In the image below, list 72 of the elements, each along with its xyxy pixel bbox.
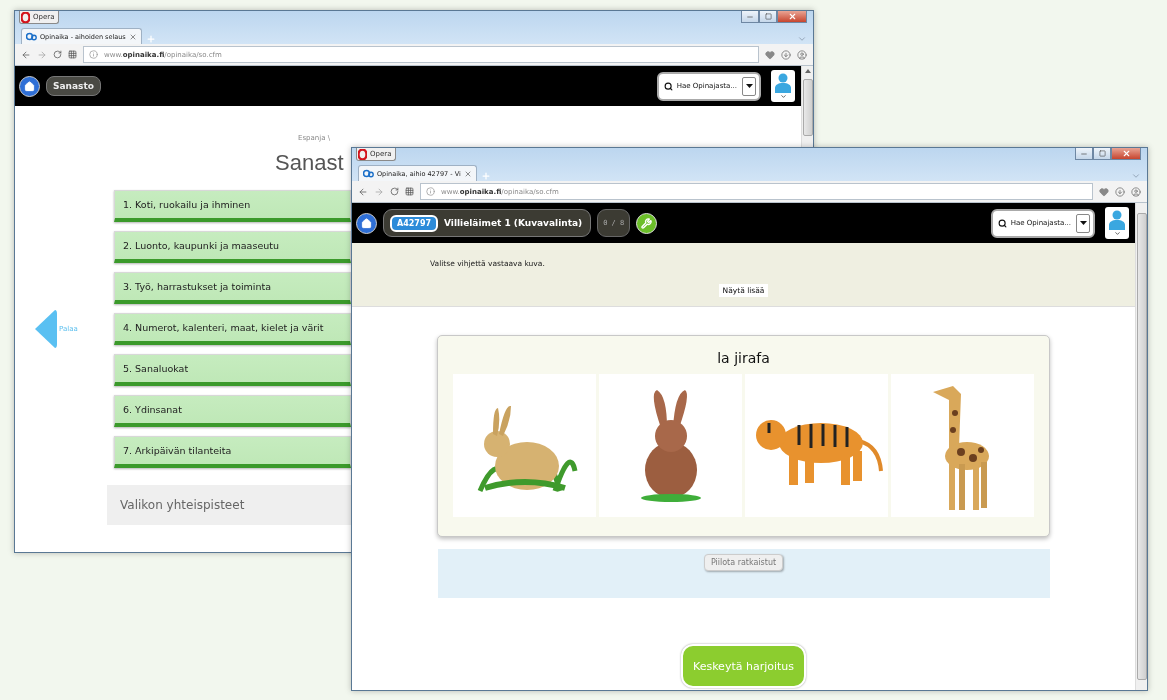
total-points-bar: Valikon yhteispisteet	[107, 485, 351, 525]
close-button[interactable]	[1111, 148, 1141, 160]
user-menu-button[interactable]	[1105, 207, 1129, 239]
heart-icon[interactable]	[1099, 186, 1109, 197]
site-info-icon[interactable]	[89, 50, 98, 59]
maximize-button[interactable]	[759, 11, 777, 23]
home-button[interactable]	[19, 75, 40, 97]
answer-option[interactable]	[453, 374, 596, 517]
back-icon[interactable]	[21, 49, 31, 60]
exercise-title-button[interactable]: A42797 Villieläimet 1 (Kuvavalinta)	[383, 209, 592, 237]
user-icon	[775, 72, 791, 93]
menu-item[interactable]: 2. Luonto, kaupunki ja maaseutu	[114, 231, 351, 263]
account-icon[interactable]	[1131, 186, 1141, 197]
hide-solved-button[interactable]: Piilota ratkaistut	[703, 554, 784, 571]
user-icon	[1109, 209, 1125, 230]
maximize-icon	[764, 13, 772, 20]
site-logo-icon	[26, 32, 37, 41]
download-icon[interactable]	[781, 49, 791, 60]
breadcrumb-button[interactable]: Sanasto	[46, 76, 101, 96]
close-tab-icon[interactable]	[128, 32, 137, 41]
scrollbar-thumb[interactable]	[802, 79, 813, 136]
home-icon	[24, 80, 35, 92]
user-menu-button[interactable]	[771, 70, 795, 102]
search-options-button[interactable]	[1076, 213, 1090, 233]
answer-option[interactable]	[891, 374, 1034, 517]
caret-icon	[745, 84, 753, 88]
exercise-code-badge: A42797	[390, 214, 439, 232]
close-icon	[787, 12, 797, 21]
tools-button[interactable]	[636, 212, 658, 234]
forward-icon[interactable]	[374, 186, 384, 197]
download-icon[interactable]	[1115, 186, 1125, 197]
chevron-down-icon	[779, 92, 787, 100]
speed-dial-icon[interactable]	[68, 50, 77, 59]
chevron-down-icon	[1113, 229, 1121, 237]
home-button[interactable]	[356, 212, 377, 234]
scrollbar[interactable]	[1135, 203, 1147, 690]
back-icon[interactable]	[358, 186, 368, 197]
menu-item[interactable]: 6. Ydinsanat	[114, 395, 351, 427]
menu-item[interactable]: 1. Koti, ruokailu ja ihminen	[114, 190, 351, 222]
caret-icon	[1079, 221, 1087, 225]
search-icon	[663, 81, 673, 91]
menu-item[interactable]: 4. Numerot, kalenteri, maat, kielet ja värit	[114, 313, 351, 345]
forward-icon[interactable]	[37, 49, 47, 60]
close-tab-icon[interactable]	[463, 169, 472, 178]
speed-dial-icon[interactable]	[405, 187, 414, 196]
opera-logo-icon	[21, 11, 30, 23]
search-icon	[997, 218, 1007, 228]
search-options-button[interactable]	[742, 76, 756, 96]
maximize-button[interactable]	[1093, 148, 1111, 160]
close-button[interactable]	[777, 11, 807, 23]
minimize-button[interactable]	[1075, 148, 1093, 160]
site-logo-icon	[363, 169, 374, 178]
maximize-icon	[1098, 150, 1106, 157]
site-info-icon[interactable]	[426, 187, 435, 196]
wrench-icon	[641, 217, 653, 229]
back-arrow-icon	[33, 308, 57, 350]
menu-item[interactable]: 5. Sanaluokat	[114, 354, 351, 386]
minimize-button[interactable]	[741, 11, 759, 23]
reload-icon[interactable]	[53, 50, 62, 59]
account-icon[interactable]	[797, 49, 807, 60]
heart-icon[interactable]	[765, 49, 775, 60]
answer-option[interactable]	[745, 374, 888, 517]
menu-item[interactable]: 7. Arkipäivän tilanteita	[114, 436, 351, 468]
menu-item[interactable]: 3. Työ, harrastukset ja toiminta	[114, 272, 351, 304]
answer-option[interactable]	[599, 374, 742, 517]
scroll-up-arrow-icon[interactable]	[804, 69, 811, 73]
page-title: Sanast	[275, 150, 344, 176]
reload-icon[interactable]	[390, 187, 399, 196]
close-icon	[1121, 149, 1131, 158]
opera-logo-icon	[358, 148, 367, 160]
quiz-prompt: la jirafa	[717, 350, 770, 366]
home-icon	[361, 217, 372, 229]
